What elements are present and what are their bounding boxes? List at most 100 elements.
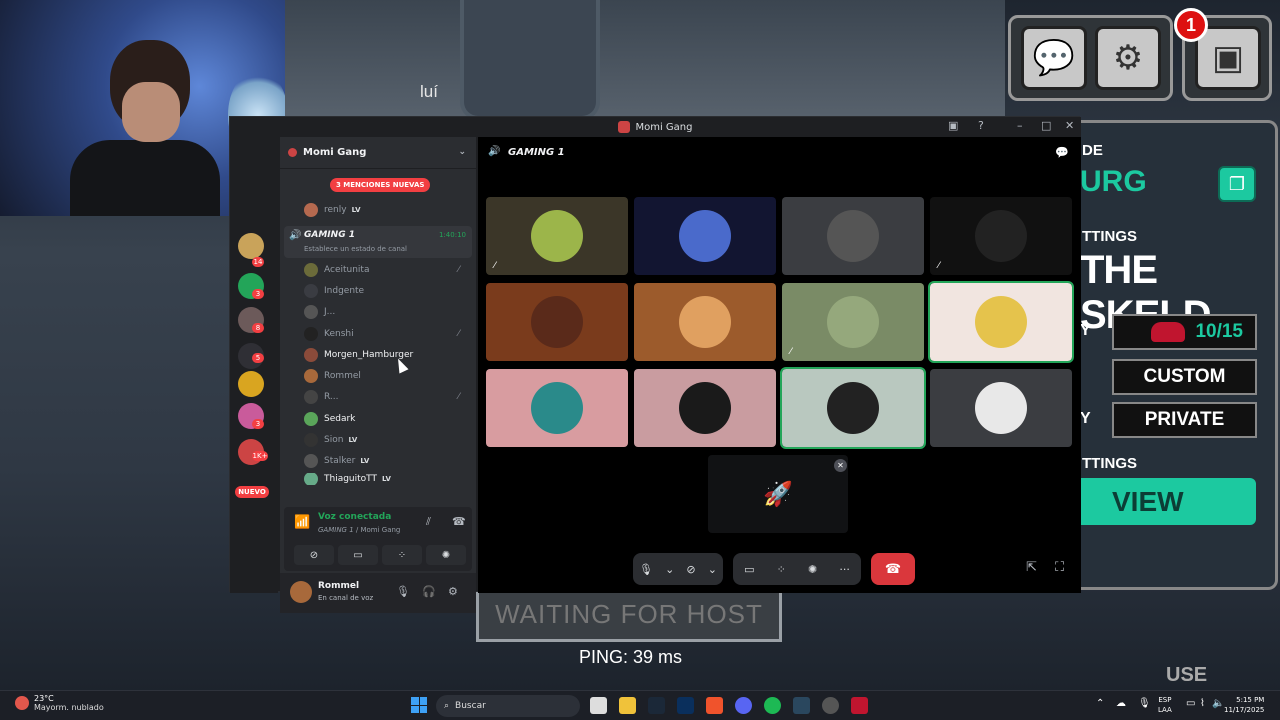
member-row[interactable]: R... [304, 388, 339, 406]
camera-off-button[interactable]: ⊘ [294, 545, 334, 565]
microphone-icon[interactable]: 🎙 [1138, 699, 1151, 709]
network-icon[interactable]: ⌇ [1200, 699, 1205, 709]
fullscreen-icon[interactable]: ⛶ [1055, 560, 1064, 575]
noise-suppression-icon[interactable]: ⫽ [426, 515, 431, 529]
member-row[interactable]: Aceitunita [304, 261, 369, 279]
inbox-icon[interactable]: ▣ [948, 119, 958, 132]
minimize-icon[interactable]: – [1017, 119, 1023, 132]
voice-channel-gaming-1[interactable]: 🔊 GAMING 1 1:40:10 Establece un estado d… [284, 226, 472, 258]
new-badge: NUEVO [235, 486, 269, 498]
more-icon[interactable]: ··· [839, 563, 850, 576]
close-icon[interactable]: ✕ [834, 459, 847, 472]
activities-button[interactable]: ⁘ [382, 545, 422, 565]
waiting-for-host: WAITING FOR HOST [476, 590, 782, 642]
gear-icon[interactable]: ⚙ [1095, 26, 1161, 90]
photoshop-icon[interactable] [677, 697, 694, 714]
chevron-up-icon[interactable]: ⌃ [1096, 699, 1104, 709]
player-count: 10/15 [1195, 321, 1243, 342]
help-icon[interactable]: ? [978, 119, 984, 132]
clock[interactable]: 5:15 PM 11/17/2025 [1224, 695, 1264, 715]
view-settings-button[interactable]: VIEW [1078, 478, 1256, 525]
member-row[interactable]: renly LV [304, 201, 361, 219]
participant-tile[interactable] [486, 369, 628, 447]
headphones-icon[interactable]: 🎧 [422, 585, 436, 598]
game-mode-box[interactable]: CUSTOM [1112, 359, 1257, 395]
screen-share-icon[interactable]: ▭ [744, 563, 754, 576]
member-row[interactable]: Rommel [304, 367, 361, 385]
copy-icon[interactable]: ❐ [1218, 166, 1256, 202]
member-row[interactable]: J... [304, 303, 335, 321]
discord-icon[interactable] [735, 697, 752, 714]
panel-heading: DE [1082, 142, 1103, 159]
steam-icon[interactable] [793, 697, 810, 714]
obs-icon[interactable] [822, 697, 839, 714]
activities-icon[interactable]: ⁘ [777, 563, 786, 576]
participant-tile[interactable]: ⁄ [486, 197, 628, 275]
participant-tile[interactable] [634, 197, 776, 275]
member-row[interactable]: Kenshi [304, 325, 354, 343]
language-indicator[interactable]: ESP LAA [1158, 695, 1172, 715]
cloud-icon[interactable]: ☁ [1116, 699, 1126, 709]
participant-tile[interactable]: ⁄ [782, 283, 924, 361]
windows-start-icon[interactable] [411, 697, 427, 713]
mentions-pill[interactable]: 3 MENCIONES NUEVAS [330, 178, 431, 192]
disconnect-icon[interactable]: ☎ [452, 515, 466, 528]
microphone-icon[interactable]: 🎙 [639, 563, 653, 576]
soundboard-button[interactable]: ✺ [426, 545, 466, 565]
task-view-icon[interactable] [590, 697, 607, 714]
brave-icon[interactable] [706, 697, 723, 714]
camera-off-icon[interactable]: ⊘ [686, 563, 695, 576]
steam-icon[interactable] [648, 697, 665, 714]
member-name: J... [324, 307, 336, 317]
avatar [304, 348, 318, 362]
member-row[interactable]: Sedark [304, 410, 355, 428]
use-button[interactable]: USE [1166, 664, 1207, 687]
muted-icon: ⁄ [458, 329, 460, 339]
member-row[interactable]: Stalker LV [304, 452, 369, 470]
ping-readout: PING: 39 ms [579, 647, 683, 667]
spotify-icon[interactable] [764, 697, 781, 714]
username[interactable]: Rommel [318, 581, 359, 591]
server-header[interactable]: Momi Gang ⌄ [280, 137, 476, 169]
participant-tile[interactable] [928, 281, 1074, 363]
screen-share-button[interactable]: ▭ [338, 545, 378, 565]
avatar[interactable] [290, 581, 312, 603]
chevron-down-icon[interactable]: ⌄ [708, 563, 717, 576]
close-icon[interactable]: ✕ [1065, 119, 1074, 132]
privacy-box[interactable]: PRIVATE [1112, 402, 1257, 438]
gear-icon[interactable]: ⚙ [448, 585, 458, 598]
disconnect-button[interactable]: ☎ [871, 553, 915, 585]
among-us-icon[interactable] [851, 697, 868, 714]
voice-status[interactable]: Voz conectada [318, 512, 391, 522]
microphone-icon[interactable]: 🎙 [396, 585, 410, 598]
activity-launcher[interactable]: 🚀 [708, 455, 848, 533]
participant-tile[interactable] [486, 283, 628, 361]
member-row[interactable]: ThiaguitoTT LV [304, 473, 391, 485]
participant-tile[interactable] [930, 369, 1072, 447]
popout-icon[interactable]: ⇱ [1026, 560, 1037, 575]
channel-status-prompt[interactable]: Establece un estado de canal [304, 245, 407, 253]
chat-bubble-icon[interactable]: 💬 [1021, 26, 1087, 90]
participant-tile[interactable] [780, 367, 926, 449]
maximize-icon[interactable]: □ [1041, 119, 1051, 132]
participant-tile[interactable] [634, 369, 776, 447]
soundboard-icon[interactable]: ✺ [808, 563, 817, 576]
server-icon[interactable] [238, 371, 264, 397]
participant-tile[interactable] [782, 197, 924, 275]
server-badge: 14 [252, 257, 264, 267]
member-row[interactable]: Indgente [304, 282, 364, 300]
server-icon[interactable] [238, 233, 264, 259]
volume-icon[interactable]: 🔈 [1212, 699, 1224, 709]
chevron-down-icon[interactable]: ⌄ [665, 563, 674, 576]
weather-widget[interactable]: 23°C Mayorm. nublado [15, 694, 104, 712]
discord-window: Momi Gang ▣ ? – □ ✕ 14 3 8 5 3 1K+ NUEVO… [229, 116, 1081, 613]
taskbar-search[interactable]: ⌕ Buscar [436, 695, 580, 717]
temperature: 23°C [34, 694, 54, 703]
participant-tile[interactable] [634, 283, 776, 361]
chat-icon[interactable]: 💬 [1055, 146, 1069, 159]
member-row[interactable]: Sion LV [304, 431, 357, 449]
player-count-box[interactable]: 10/15 [1112, 314, 1257, 350]
display-icon[interactable]: ▭ [1186, 699, 1195, 709]
file-explorer-icon[interactable] [619, 697, 636, 714]
participant-tile[interactable]: ⁄ [930, 197, 1072, 275]
